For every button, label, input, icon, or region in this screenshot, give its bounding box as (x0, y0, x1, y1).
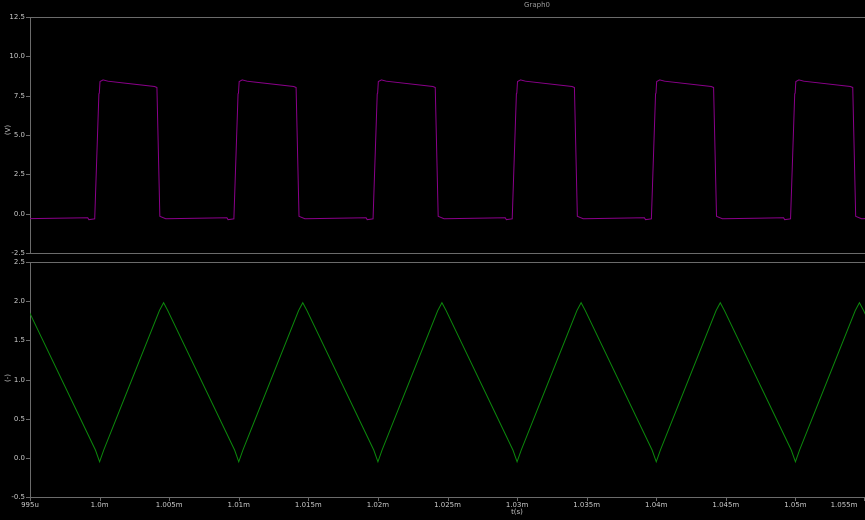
triangle-wave-polyline[interactable] (30, 303, 865, 462)
x-tick-label: 1.005m (147, 501, 191, 509)
x-tick-label: 1.025m (426, 501, 470, 509)
y-tick-label: 12.5 (0, 13, 25, 21)
y-tick-mark (26, 96, 30, 97)
y-tick-label: 0.0 (0, 210, 25, 218)
y-tick-label: -2.5 (0, 249, 25, 257)
x-tick-label: 1.035m (565, 501, 609, 509)
triangle-wave-trace[interactable] (30, 262, 865, 497)
y-tick-mark (26, 262, 30, 263)
y-tick-mark (26, 301, 30, 302)
y-tick-label: 2.5 (0, 170, 25, 178)
y-tick-label: 0.5 (0, 415, 25, 423)
x-tick-label: 995u (8, 501, 52, 509)
x-tick-label: 1.055m (822, 501, 865, 509)
y-tick-label: -0.5 (0, 493, 25, 501)
square-wave-polyline[interactable] (30, 80, 865, 220)
y-tick-mark (26, 419, 30, 420)
y-tick-mark (26, 458, 30, 459)
y-tick-mark (26, 174, 30, 175)
y-tick-mark (26, 340, 30, 341)
x-tick-label: 1.0m (78, 501, 122, 509)
x-tick-label: 1.01m (217, 501, 261, 509)
y-tick-label: 2.5 (0, 258, 25, 266)
y-tick-mark (26, 214, 30, 215)
y-tick-mark (26, 135, 30, 136)
y-tick-label: 1.5 (0, 336, 25, 344)
x-tick-label: 1.015m (286, 501, 330, 509)
x-tick-label: 1.045m (704, 501, 748, 509)
y-tick-mark (26, 56, 30, 57)
x-tick-label: 1.02m (356, 501, 400, 509)
y-tick-mark (26, 17, 30, 18)
x-tick-label: 1.05m (773, 501, 817, 509)
y-tick-label: 0.0 (0, 454, 25, 462)
y-tick-label: 2.0 (0, 297, 25, 305)
square-wave-trace[interactable] (30, 17, 865, 253)
waveform-viewer-window: Graph0 (V) (-) 12.510.07.55.02.50.0-2.52… (0, 0, 865, 520)
y-tick-label: 5.0 (0, 131, 25, 139)
y-tick-label: 7.5 (0, 92, 25, 100)
y-tick-mark (26, 253, 30, 254)
y-tick-mark (26, 380, 30, 381)
graph-title: Graph0 (515, 1, 559, 9)
x-axis-unit-label: t(s) (502, 508, 532, 516)
x-tick-label: 1.04m (634, 501, 678, 509)
y-tick-label: 1.0 (0, 376, 25, 384)
y-tick-label: 10.0 (0, 52, 25, 60)
